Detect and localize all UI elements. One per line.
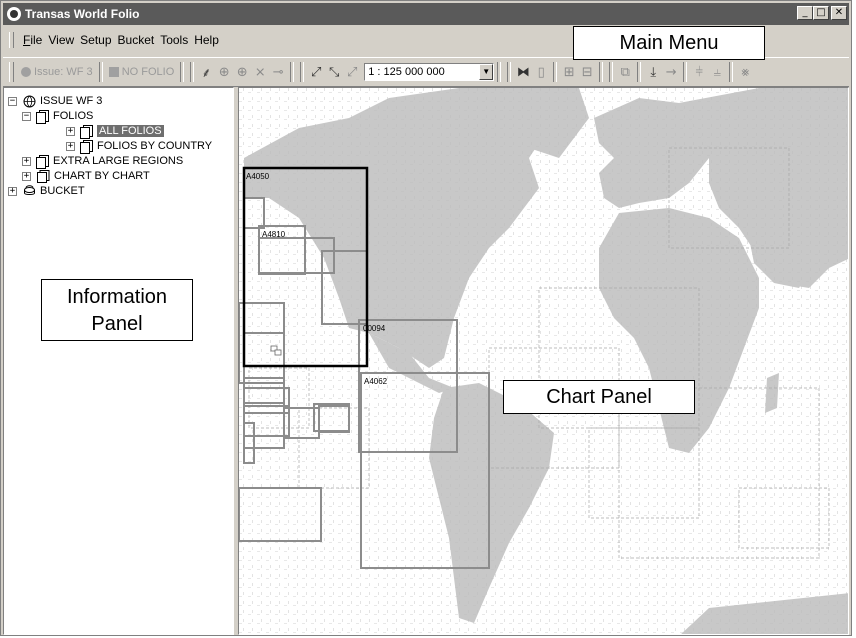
toolbar-separator bbox=[729, 62, 734, 82]
tree-item-issue[interactable]: − ISSUE WF 3 bbox=[8, 94, 102, 108]
scale-value: 1 : 125 000 000 bbox=[368, 66, 445, 78]
toolbar-separator bbox=[599, 62, 604, 82]
toolbar-separator bbox=[507, 62, 512, 82]
add-to-list-icon[interactable]: ⊞ bbox=[560, 62, 578, 82]
zoom-in-icon[interactable]: ⤢ bbox=[307, 62, 325, 82]
toolbar-separator bbox=[497, 62, 502, 82]
toolbar-separator bbox=[300, 62, 305, 82]
remove-from-list-icon[interactable]: ⊟ bbox=[578, 62, 596, 82]
collapse-icon[interactable]: − bbox=[22, 111, 31, 121]
toolbar-separator bbox=[683, 62, 688, 82]
folio-square-icon bbox=[108, 67, 119, 77]
expand-icon[interactable]: + bbox=[66, 141, 75, 151]
tree-item-label: FOLIOS BY COUNTRY bbox=[97, 140, 213, 152]
folio-icon bbox=[36, 155, 49, 169]
tree-item-chart-by-chart[interactable]: + CHART BY CHART bbox=[22, 169, 150, 183]
tree-item-label: EXTRA LARGE REGIONS bbox=[53, 155, 184, 167]
filter-a-icon[interactable]: ⫩ bbox=[690, 62, 708, 82]
window-title: Transas World Folio bbox=[25, 7, 140, 21]
menu-tools[interactable]: Tools bbox=[157, 33, 191, 47]
chevron-down-icon[interactable]: ▼ bbox=[479, 64, 494, 80]
callout-information-panel: Information Panel bbox=[41, 279, 193, 341]
toolbar-separator bbox=[190, 62, 195, 82]
page-icon[interactable]: ▯ bbox=[532, 62, 550, 82]
menu-setup[interactable]: Setup bbox=[77, 33, 114, 47]
toolbar-separator bbox=[98, 62, 103, 82]
expand-icon[interactable]: + bbox=[22, 171, 31, 181]
expand-icon[interactable]: + bbox=[66, 126, 75, 136]
tree-item-label: BUCKET bbox=[40, 185, 85, 197]
maximize-icon[interactable]: □ bbox=[813, 6, 829, 20]
folio-button[interactable]: NO FOLIO bbox=[106, 61, 178, 83]
information-panel: − ISSUE WF 3 − FOLIOS + ALL FOLIOS + FOL… bbox=[3, 87, 234, 635]
chart-label-a4050: A4050 bbox=[246, 172, 270, 181]
zoom-out-icon[interactable]: ⤡ bbox=[325, 62, 343, 82]
folio-icon bbox=[80, 140, 93, 154]
toolbar-separator bbox=[290, 62, 295, 82]
bucket-icon bbox=[22, 184, 36, 198]
zoom-window-icon[interactable]: ⤢ bbox=[343, 62, 361, 82]
app-window: Transas World Folio _ □ ✕ File View Setu… bbox=[0, 0, 852, 636]
paste-chart-icon[interactable]: ⊕ bbox=[233, 62, 251, 82]
tree-item-folios[interactable]: − FOLIOS bbox=[22, 109, 94, 124]
toolbar-separator bbox=[637, 62, 642, 82]
collapse-icon[interactable]: − bbox=[8, 96, 17, 106]
menu-view[interactable]: View bbox=[45, 33, 77, 47]
chart-label-00094: 00094 bbox=[363, 324, 386, 333]
callout-main-menu: Main Menu bbox=[573, 26, 765, 60]
menu-grip[interactable] bbox=[9, 32, 14, 48]
menu-help[interactable]: Help bbox=[191, 33, 222, 47]
menu-file-rest: ile bbox=[30, 33, 43, 47]
toolbar-separator bbox=[553, 62, 558, 82]
tree-item-label: ALL FOLIOS bbox=[97, 125, 164, 137]
tree-item-extra-large-regions[interactable]: + EXTRA LARGE REGIONS bbox=[22, 154, 184, 169]
chart-icon bbox=[36, 169, 50, 183]
clear-icon[interactable]: ⨳ bbox=[736, 62, 754, 82]
callout-chart-panel: Chart Panel bbox=[503, 380, 695, 414]
tree-item-label: FOLIOS bbox=[53, 110, 94, 122]
remove-chart-icon[interactable]: ⨯ bbox=[251, 62, 269, 82]
tree-item-label: ISSUE WF 3 bbox=[40, 95, 103, 107]
folio-icon bbox=[80, 125, 93, 139]
minimize-icon[interactable]: _ bbox=[797, 6, 813, 20]
close-icon[interactable]: ✕ bbox=[831, 6, 847, 20]
app-globe-icon[interactable] bbox=[7, 7, 21, 21]
tree-item-all-folios[interactable]: + ALL FOLIOS bbox=[66, 124, 164, 139]
chart-panel[interactable]: A4050 A4810 00094 A4062 bbox=[238, 87, 849, 635]
expand-icon[interactable]: + bbox=[8, 186, 17, 196]
copy-icon[interactable]: ⧉ bbox=[616, 62, 634, 82]
toolbar: Issue: WF 3 NO FOLIO ⸙ ⊕ ⊕ ⨯ ⊸ ⤢ ⤡ ⤢ 1 :… bbox=[3, 57, 849, 87]
fit-icon[interactable]: ⧓ bbox=[514, 62, 532, 82]
toolbar-separator bbox=[180, 62, 185, 82]
scale-select[interactable]: 1 : 125 000 000 ▼ bbox=[364, 63, 495, 81]
issue-label: Issue: WF 3 bbox=[34, 66, 93, 78]
tree-item-label: CHART BY CHART bbox=[54, 170, 150, 182]
menu-file[interactable]: File bbox=[20, 33, 45, 47]
globe-icon bbox=[22, 95, 36, 108]
tree-item-bucket[interactable]: + BUCKET bbox=[8, 184, 85, 198]
copy-chart-icon[interactable]: ⊕ bbox=[215, 62, 233, 82]
chart-label-a4810: A4810 bbox=[262, 230, 286, 239]
folio-label: NO FOLIO bbox=[121, 66, 175, 78]
toolbar-separator bbox=[609, 62, 614, 82]
brush-icon[interactable]: ⸙ bbox=[197, 62, 215, 82]
tree-item-folios-by-country[interactable]: + FOLIOS BY COUNTRY bbox=[66, 139, 213, 154]
toolbar-grip[interactable] bbox=[9, 62, 14, 82]
issue-dot-icon bbox=[21, 67, 31, 77]
menu-bucket[interactable]: Bucket bbox=[115, 33, 158, 47]
download-icon[interactable]: ⤓ bbox=[644, 62, 662, 82]
world-map[interactable]: A4050 A4810 00094 A4062 bbox=[239, 88, 849, 635]
forward-icon[interactable]: → bbox=[662, 62, 680, 82]
issue-button[interactable]: Issue: WF 3 bbox=[18, 61, 96, 83]
chart-label-a4062: A4062 bbox=[364, 377, 388, 386]
filter-b-icon[interactable]: ⫨ bbox=[708, 62, 726, 82]
chart-grid-overlay bbox=[239, 88, 848, 634]
folio-icon bbox=[36, 110, 49, 124]
key-icon[interactable]: ⊸ bbox=[269, 62, 287, 82]
title-bar[interactable]: Transas World Folio _ □ ✕ bbox=[3, 3, 849, 25]
expand-icon[interactable]: + bbox=[22, 156, 31, 166]
